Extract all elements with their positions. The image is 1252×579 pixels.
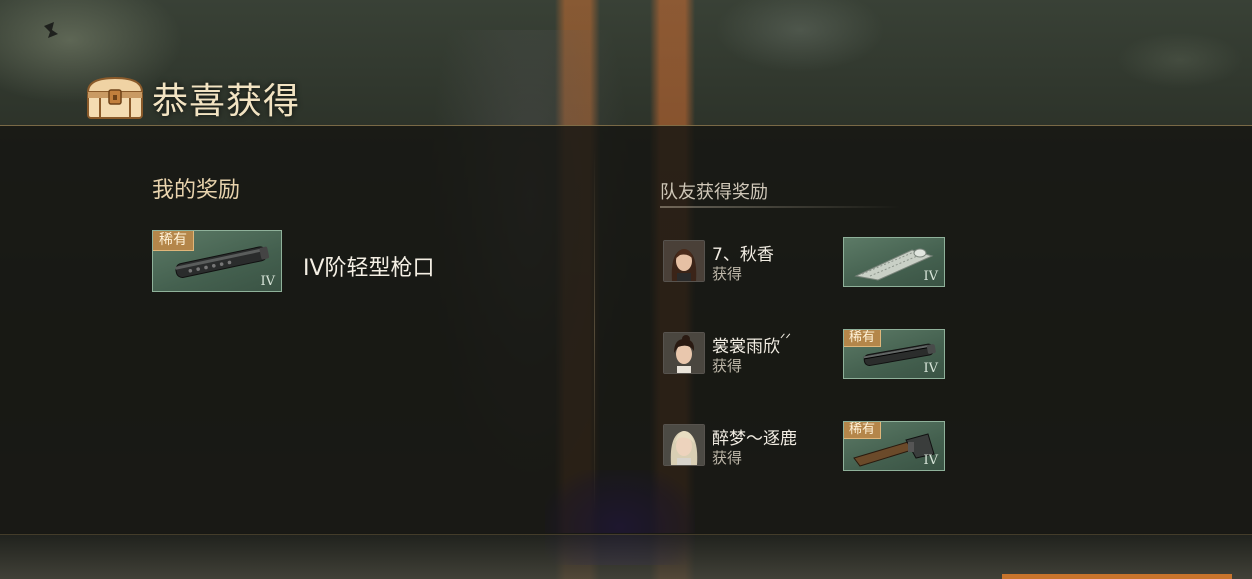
- my-reward-item-card[interactable]: 稀有 IV: [152, 230, 282, 292]
- teammate-name-text: 裳裳雨欣: [712, 337, 780, 357]
- teammate-status: 获得: [712, 357, 743, 375]
- teammate-reward-item-card[interactable]: IV: [843, 237, 945, 287]
- tier-label: IV: [923, 361, 938, 376]
- treasure-chest-icon: [84, 74, 146, 122]
- teammate-status: 获得: [712, 449, 743, 467]
- rarity-badge: 稀有: [844, 330, 882, 347]
- teammate-reward-item-card[interactable]: 稀有 IV: [843, 421, 945, 471]
- bottom-bar: [0, 533, 1252, 579]
- my-reward-item-name: IV阶轻型枪口: [303, 256, 435, 281]
- my-rewards-title: 我的奖励: [152, 178, 241, 203]
- teammate-reward-item-card[interactable]: 稀有 IV: [843, 329, 945, 379]
- female-avatar-brown-hair-icon[interactable]: [663, 240, 705, 282]
- team-rewards-title: 队友获得奖励: [660, 182, 768, 203]
- female-avatar-blonde-hair-icon[interactable]: [663, 424, 705, 466]
- bottom-accent-bar: [1002, 574, 1232, 579]
- tier-label: IV: [923, 453, 938, 468]
- signature-mark-icon: ᐟᐟ: [780, 332, 792, 347]
- page-title: 恭喜获得: [152, 81, 301, 122]
- panel-divider: [594, 150, 595, 510]
- rarity-badge: 稀有: [153, 231, 194, 251]
- teammate-status: 获得: [712, 265, 743, 283]
- rarity-badge: 稀有: [844, 422, 882, 439]
- team-title-underline: [660, 206, 900, 208]
- tier-label: IV: [260, 274, 275, 289]
- teammate-name: 裳裳雨欣ᐟᐟ: [712, 332, 791, 357]
- teammate-name: 醉梦～逐鹿: [712, 429, 797, 449]
- map-marker-icon: [40, 20, 60, 44]
- female-avatar-dark-hair-icon[interactable]: [663, 332, 705, 374]
- teammate-name: 7、秋香: [712, 245, 774, 265]
- tier-label: IV: [923, 269, 938, 284]
- reward-header: 恭喜获得: [84, 74, 300, 122]
